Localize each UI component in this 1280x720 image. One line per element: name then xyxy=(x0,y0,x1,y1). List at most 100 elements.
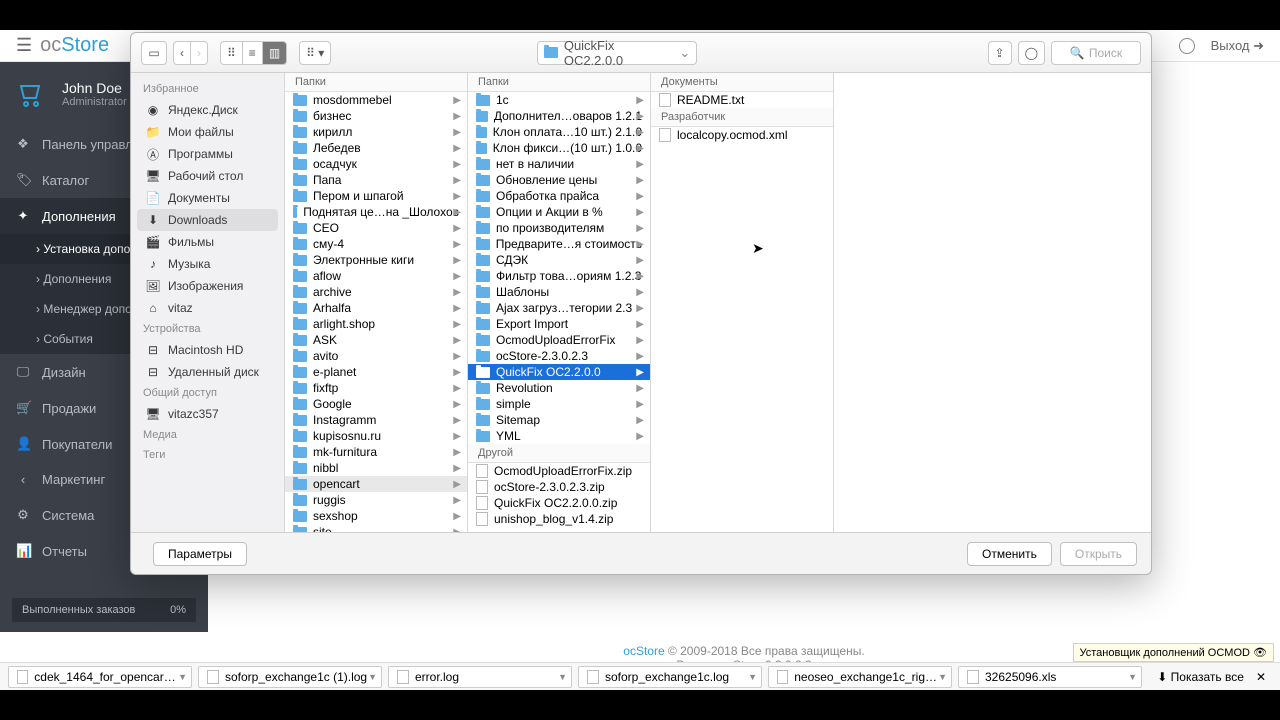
folder-row[interactable]: OcmodUploadErrorFix▶ xyxy=(468,332,650,348)
download-item[interactable]: soforp_exchange1c.log▼ xyxy=(578,666,762,688)
folder-row[interactable]: nibbl▶ xyxy=(285,460,467,476)
folder-row[interactable]: archive▶ xyxy=(285,284,467,300)
column-1: Папки mosdommebel▶бизнес▶кирилл▶Лебедев▶… xyxy=(285,73,468,532)
folder-row[interactable]: Клон оплата…10 шт.) 2.1.0▶ xyxy=(468,124,650,140)
logo[interactable]: ocStore xyxy=(40,34,109,57)
folder-row[interactable]: Фильтр това…ориям 1.2.3▶ xyxy=(468,268,650,284)
folder-row[interactable]: Google▶ xyxy=(285,396,467,412)
folder-row[interactable]: YML▶ xyxy=(468,428,650,444)
file-row[interactable]: unishop_blog_v1.4.zip xyxy=(468,511,650,527)
show-all-button[interactable]: ⬇ Показать все xyxy=(1157,670,1244,684)
folder-row[interactable]: кирилл▶ xyxy=(285,124,467,140)
file-row[interactable]: OcmodUploadErrorFix.zip xyxy=(468,463,650,479)
close-downloads-button[interactable]: ✕ xyxy=(1250,670,1272,684)
folder-row[interactable]: Export Import▶ xyxy=(468,316,650,332)
folder-row[interactable]: fixftp▶ xyxy=(285,380,467,396)
folder-row[interactable]: Предварите…я стоимость▶ xyxy=(468,236,650,252)
sidebar-toggle-button[interactable]: ▭ xyxy=(141,41,167,65)
folder-row[interactable]: Клон фикси…(10 шт.) 1.0.0▶ xyxy=(468,140,650,156)
download-item[interactable]: 32625096.xls▼ xyxy=(958,666,1142,688)
open-button[interactable]: Открыть xyxy=(1060,542,1137,566)
folder-row[interactable]: opencart▶ xyxy=(285,476,467,492)
globe-icon[interactable] xyxy=(1179,38,1195,54)
folder-row[interactable]: Обработка прайса▶ xyxy=(468,188,650,204)
puzzle-icon: ✦ xyxy=(16,208,30,224)
folder-row[interactable]: aflow▶ xyxy=(285,268,467,284)
folder-row[interactable]: Опции и Акции в %▶ xyxy=(468,204,650,220)
folder-icon xyxy=(293,111,307,122)
download-item[interactable]: soforp_exchange1c (1).log▼ xyxy=(198,666,382,688)
back-button[interactable]: ‹ xyxy=(173,41,190,65)
folder-row[interactable]: mk-furnitura▶ xyxy=(285,444,467,460)
sidebar-item[interactable]: ◉Яндекс.Диск xyxy=(131,99,284,121)
folder-row[interactable]: ASK▶ xyxy=(285,332,467,348)
folder-row[interactable]: по производителям▶ xyxy=(468,220,650,236)
folder-row[interactable]: Папа▶ xyxy=(285,172,467,188)
sidebar-item[interactable]: ⬇Downloads xyxy=(137,209,278,231)
folder-row[interactable]: Sitemap▶ xyxy=(468,412,650,428)
sidebar-item[interactable]: 🖥vitazc357 xyxy=(131,403,284,425)
folder-row[interactable]: sexshop▶ xyxy=(285,508,467,524)
folder-row[interactable]: СДЭК▶ xyxy=(468,252,650,268)
sidebar-item[interactable]: 🖥Рабочий стол xyxy=(131,165,284,187)
download-item[interactable]: neoseo_exchange1c_rig….zip▼ xyxy=(768,666,952,688)
menu-toggle-icon[interactable]: ☰ xyxy=(16,35,32,56)
folder-row[interactable]: QuickFix OC2.2.0.0▶ xyxy=(468,364,650,380)
download-item[interactable]: cdek_1464_for_opencar….zip▼ xyxy=(8,666,192,688)
footer-brand[interactable]: ocStore xyxy=(623,644,664,658)
view-icons-button[interactable]: ⠿ xyxy=(220,41,242,65)
file-row[interactable]: ocStore-2.3.0.2.3.zip xyxy=(468,479,650,495)
path-dropdown[interactable]: QuickFix OC2.2.0.0 ⌄ xyxy=(537,41,697,65)
folder-row[interactable]: e-planet▶ xyxy=(285,364,467,380)
folder-row[interactable]: Лебедев▶ xyxy=(285,140,467,156)
sidebar-item[interactable]: ⊟Удаленный диск xyxy=(131,361,284,383)
folder-row[interactable]: сму-4▶ xyxy=(285,236,467,252)
view-list-button[interactable]: ≡ xyxy=(242,41,262,65)
download-item[interactable]: error.log▼ xyxy=(388,666,572,688)
options-button[interactable]: Параметры xyxy=(153,542,247,566)
sidebar-item[interactable]: 🖼Изображения xyxy=(131,275,284,297)
folder-row[interactable]: Instagramm▶ xyxy=(285,412,467,428)
folder-row[interactable]: нет в наличии▶ xyxy=(468,156,650,172)
folder-icon xyxy=(293,175,307,186)
folder-row[interactable]: arlight.shop▶ xyxy=(285,316,467,332)
sidebar-item[interactable]: 📄Документы xyxy=(131,187,284,209)
folder-row[interactable]: 1c▶ xyxy=(468,92,650,108)
forward-button[interactable]: › xyxy=(190,41,208,65)
folder-row[interactable]: ruggis▶ xyxy=(285,492,467,508)
sidebar-item[interactable]: ⒶПрограммы xyxy=(131,143,284,165)
sidebar-item[interactable]: ⌂vitaz xyxy=(131,297,284,319)
folder-row[interactable]: CEO▶ xyxy=(285,220,467,236)
folder-row[interactable]: avito▶ xyxy=(285,348,467,364)
folder-row[interactable]: Arhalfa▶ xyxy=(285,300,467,316)
folder-row[interactable]: simple▶ xyxy=(468,396,650,412)
view-options-button[interactable]: ⠿ ▾ xyxy=(299,41,331,65)
folder-row[interactable]: Поднятая це…на _Шолохов▶ xyxy=(285,204,467,220)
folder-row[interactable]: осадчук▶ xyxy=(285,156,467,172)
search-input[interactable]: 🔍 Поиск xyxy=(1051,41,1141,65)
sidebar-item[interactable]: ⊟Macintosh HD xyxy=(131,339,284,361)
file-row[interactable]: QuickFix OC2.2.0.0.zip xyxy=(468,495,650,511)
folder-row[interactable]: Обновление цены▶ xyxy=(468,172,650,188)
folder-row[interactable]: Пером и шпагой▶ xyxy=(285,188,467,204)
folder-row[interactable]: Шаблоны▶ xyxy=(468,284,650,300)
folder-row[interactable]: ocStore-2.3.0.2.3▶ xyxy=(468,348,650,364)
folder-row[interactable]: kupisosnu.ru▶ xyxy=(285,428,467,444)
sidebar-item[interactable]: 🎬Фильмы xyxy=(131,231,284,253)
folder-row[interactable]: Revolution▶ xyxy=(468,380,650,396)
tags-button[interactable]: ◯ xyxy=(1018,41,1045,65)
cancel-button[interactable]: Отменить xyxy=(967,542,1052,566)
sidebar-item[interactable]: ♪Музыка xyxy=(131,253,284,275)
folder-row[interactable]: Электронные киги▶ xyxy=(285,252,467,268)
folder-row[interactable]: site▶ xyxy=(285,524,467,532)
logout-link[interactable]: Выход ➜ xyxy=(1211,38,1264,54)
share-button[interactable]: ⇪ xyxy=(988,41,1012,65)
folder-row[interactable]: бизнес▶ xyxy=(285,108,467,124)
file-row[interactable]: README.txt xyxy=(651,92,833,108)
folder-row[interactable]: Ajax загруз…тегории 2.3▶ xyxy=(468,300,650,316)
folder-row[interactable]: mosdommebel▶ xyxy=(285,92,467,108)
sidebar-item[interactable]: 📁Мои файлы xyxy=(131,121,284,143)
folder-row[interactable]: Дополнител…оваров 1.2.1▶ xyxy=(468,108,650,124)
view-columns-button[interactable]: ▥ xyxy=(262,41,287,65)
file-row[interactable]: localcopy.ocmod.xml xyxy=(651,127,833,143)
